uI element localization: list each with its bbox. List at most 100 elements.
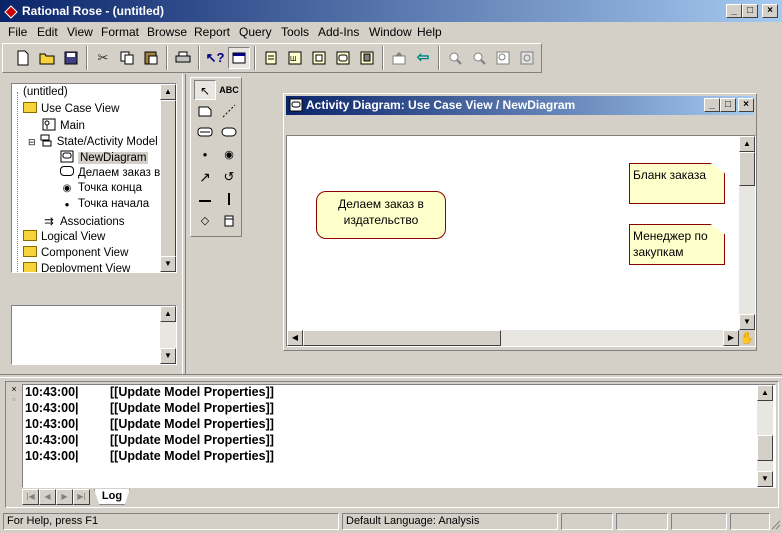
- copy-icon[interactable]: [116, 47, 138, 69]
- minimize-button[interactable]: _: [726, 4, 742, 18]
- start-state-icon[interactable]: ●: [194, 145, 216, 165]
- paste-icon[interactable]: [140, 47, 162, 69]
- scroll-right-button[interactable]: ▶: [723, 330, 739, 346]
- documentation-panel[interactable]: ▲ ▼: [11, 305, 177, 365]
- log-tab[interactable]: Log: [94, 489, 130, 505]
- note-order-form[interactable]: Бланк заказа: [629, 163, 725, 204]
- menu-format[interactable]: Format: [101, 25, 139, 39]
- prev-tab-icon[interactable]: ◀: [39, 489, 56, 505]
- tree-item-logical-view[interactable]: Logical View: [23, 230, 105, 243]
- text-box-icon[interactable]: ABC: [218, 80, 240, 100]
- tree-item-end-state[interactable]: ◉ Точка конца: [60, 182, 142, 194]
- menu-query[interactable]: Query: [239, 25, 272, 39]
- fit-window-icon[interactable]: [492, 47, 514, 69]
- log-dock-gripper[interactable]: × ▫: [8, 384, 20, 414]
- diagram-close-button[interactable]: ×: [738, 98, 754, 112]
- zoom-out-icon[interactable]: [468, 47, 490, 69]
- scroll-up-button[interactable]: ▲: [160, 84, 176, 100]
- next-tab-icon[interactable]: ▶: [56, 489, 73, 505]
- note-purchasing-manager[interactable]: Менеджер по закупкам: [629, 224, 725, 265]
- save-icon[interactable]: [60, 47, 82, 69]
- menu-edit[interactable]: Edit: [37, 25, 58, 39]
- scroll-thumb[interactable]: [739, 152, 755, 186]
- menu-report[interactable]: Report: [194, 25, 230, 39]
- menu-file[interactable]: File: [8, 25, 27, 39]
- scroll-down-button[interactable]: ▼: [739, 314, 755, 330]
- class-diagram-icon[interactable]: [260, 47, 282, 69]
- cut-icon[interactable]: ✂: [92, 47, 114, 69]
- deployment-diagram-icon[interactable]: [356, 47, 378, 69]
- tree-item-associations[interactable]: ⇉ Associations: [42, 214, 124, 228]
- decision-icon[interactable]: ◇: [194, 211, 216, 231]
- diagram-maximize-button[interactable]: □: [720, 98, 736, 112]
- tree-item-activity[interactable]: Делаем заказ в: [60, 166, 160, 179]
- close-button[interactable]: ×: [762, 4, 778, 18]
- parent-icon[interactable]: [388, 47, 410, 69]
- tree-item-state-activity-model[interactable]: ⊟ State/Activity Model: [28, 134, 158, 148]
- tree-item-start-state[interactable]: ● Точка начала: [60, 198, 150, 210]
- menu-window[interactable]: Window: [369, 25, 412, 39]
- context-help-icon[interactable]: ↖?: [204, 47, 226, 69]
- diagram-v-scrollbar[interactable]: ▲ ▼: [739, 136, 755, 330]
- diagram-h-scrollbar[interactable]: ◀ ▶: [287, 330, 739, 346]
- anchor-note-icon[interactable]: [218, 101, 240, 121]
- log-scrollbar[interactable]: ▲ ▼: [757, 385, 773, 487]
- horizontal-sync-icon[interactable]: [194, 189, 216, 209]
- selection-arrow-icon[interactable]: ↖: [194, 80, 216, 100]
- state-diagram-icon[interactable]: [332, 47, 354, 69]
- tree-item-deployment-view[interactable]: Deployment View: [23, 262, 130, 272]
- maximize-button[interactable]: □: [742, 4, 758, 18]
- print-icon[interactable]: [172, 47, 194, 69]
- expand-icon[interactable]: ▫: [8, 394, 20, 404]
- scroll-thumb[interactable]: [757, 435, 773, 461]
- view-doc-icon[interactable]: [228, 47, 250, 69]
- diagram-canvas[interactable]: Делаем заказ в издательство Бланк заказа…: [286, 135, 756, 347]
- scroll-down-button[interactable]: ▼: [160, 256, 176, 272]
- first-tab-icon[interactable]: |◀: [22, 489, 39, 505]
- browser-tree[interactable]: (untitled) Use Case View Main ⊟ State/Ac…: [11, 83, 177, 273]
- diagram-minimize-button[interactable]: _: [704, 98, 720, 112]
- activity-icon[interactable]: [218, 122, 240, 142]
- transition-icon[interactable]: ↗: [194, 167, 216, 187]
- doc-scrollbar[interactable]: ▲ ▼: [160, 306, 176, 364]
- note-icon[interactable]: [194, 101, 216, 121]
- interaction-diagram-icon[interactable]: Ш: [284, 47, 306, 69]
- browser-scrollbar[interactable]: ▲ ▼: [160, 84, 176, 272]
- close-icon[interactable]: ×: [8, 384, 20, 394]
- new-icon[interactable]: [12, 47, 34, 69]
- menu-tools[interactable]: Tools: [281, 25, 309, 39]
- open-icon[interactable]: [36, 47, 58, 69]
- horizontal-splitter[interactable]: [0, 374, 782, 378]
- self-transition-icon[interactable]: ↺: [218, 167, 240, 187]
- tree-item-main[interactable]: Main: [42, 118, 85, 132]
- scroll-left-button[interactable]: ◀: [287, 330, 303, 346]
- vertical-splitter[interactable]: [182, 74, 186, 374]
- scroll-thumb[interactable]: [160, 100, 176, 260]
- scroll-thumb[interactable]: [303, 330, 501, 346]
- menu-add-ins[interactable]: Add-Ins: [318, 25, 359, 39]
- zoom-in-icon[interactable]: [444, 47, 466, 69]
- menu-view[interactable]: View: [67, 25, 93, 39]
- last-tab-icon[interactable]: ▶|: [73, 489, 90, 505]
- vertical-sync-icon[interactable]: [218, 189, 240, 209]
- resize-grip-icon[interactable]: [770, 519, 781, 530]
- scroll-down-button[interactable]: ▼: [757, 471, 773, 487]
- scroll-up-button[interactable]: ▲: [739, 136, 755, 152]
- activity-node[interactable]: Делаем заказ в издательство: [316, 191, 446, 239]
- undo-fit-icon[interactable]: [516, 47, 538, 69]
- scroll-up-button[interactable]: ▲: [160, 306, 176, 322]
- menu-browse[interactable]: Browse: [147, 25, 187, 39]
- pan-hand-icon[interactable]: ✋: [739, 330, 755, 346]
- state-icon[interactable]: [194, 122, 216, 142]
- tree-item-newdiagram[interactable]: NewDiagram: [60, 150, 149, 164]
- component-diagram-icon[interactable]: [308, 47, 330, 69]
- swimlane-icon[interactable]: [218, 211, 240, 231]
- scroll-down-button[interactable]: ▼: [160, 348, 176, 364]
- previous-icon[interactable]: ⇦: [412, 47, 434, 69]
- tree-item-component-view[interactable]: Component View: [23, 246, 128, 259]
- tree-item-root[interactable]: (untitled): [23, 86, 68, 98]
- log-text-area[interactable]: 10:43:00| [[Update Model Properties]] 10:…: [22, 384, 776, 488]
- scroll-up-button[interactable]: ▲: [757, 385, 773, 401]
- end-state-icon[interactable]: ◉: [218, 145, 240, 165]
- tree-item-use-case-view[interactable]: Use Case View: [23, 102, 119, 115]
